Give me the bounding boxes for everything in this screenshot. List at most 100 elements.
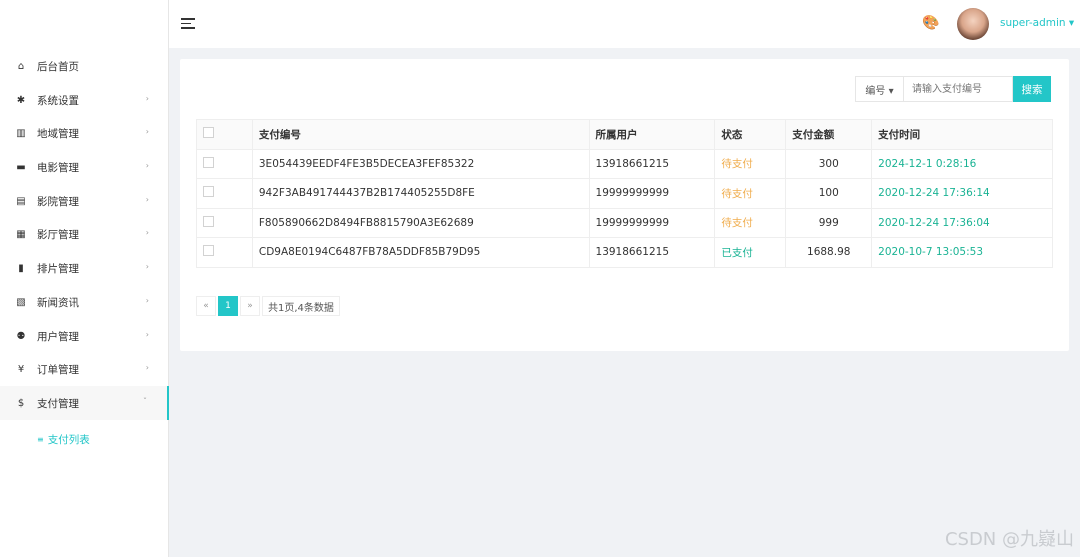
sidebar-item-label: 影厅管理	[37, 228, 79, 241]
sidebar-item-label: 影院管理	[37, 195, 79, 208]
payment-status: 待支付	[714, 178, 787, 209]
payment-time: 2024-12-1 0:28:16	[871, 148, 1053, 179]
row-checkbox[interactable]	[203, 215, 214, 227]
sidebar-item-label: 支付管理	[37, 397, 79, 410]
film-icon: ▬	[16, 161, 26, 173]
page-number-button[interactable]: 1	[218, 296, 238, 316]
palette-icon[interactable]: 🎨	[922, 15, 939, 31]
user-menu[interactable]: super-admin ▾	[1000, 17, 1074, 29]
payment-amount: 100	[785, 178, 873, 209]
payment-status: 已支付	[714, 237, 787, 268]
table-header-row: 支付编号 所属用户 状态 支付金额 支付时间	[196, 119, 1053, 150]
sidebar-item-halls[interactable]: ▦ 影厅管理 ›	[0, 217, 169, 251]
news-icon: ▧	[16, 296, 26, 308]
sidebar-item-label: 系统设置	[37, 94, 79, 107]
table-row: F805890662D8494FB8815790A3E62689 1999999…	[196, 207, 1053, 238]
home-icon: ⌂	[17, 60, 25, 72]
row-checkbox[interactable]	[203, 156, 214, 168]
chevron-right-icon: ›	[145, 262, 149, 271]
search-field-select[interactable]: 编号 ▾	[855, 76, 903, 102]
payment-time: 2020-10-7 13:05:53	[871, 237, 1053, 268]
select-all-checkbox[interactable]	[203, 127, 214, 139]
sidebar-subitem-payment-list[interactable]: ≡ 支付列表	[37, 432, 90, 447]
sidebar-item-label: 新闻资讯	[37, 296, 79, 309]
users-icon: ⚉	[16, 330, 26, 342]
table-row: 942F3AB491744437B2B174405255D8FE 1999999…	[196, 178, 1053, 209]
prev-page-button[interactable]: «	[196, 296, 216, 316]
row-checkbox[interactable]	[203, 245, 214, 257]
payment-time: 2020-12-24 17:36:04	[871, 207, 1053, 238]
payment-amount: 999	[785, 207, 873, 238]
sidebar-item-payments[interactable]: $ 支付管理 ˇ	[0, 386, 169, 420]
sidebar-item-label: 排片管理	[37, 262, 79, 275]
chevron-right-icon: ›	[145, 296, 149, 305]
sidebar-item-label: 后台首页	[37, 60, 79, 73]
payment-id: F805890662D8494FB8815790A3E62689	[251, 207, 590, 238]
search-bar: 编号 ▾ 搜索	[855, 76, 1051, 102]
database-icon: ≡	[37, 435, 44, 444]
payment-user: 13918661215	[588, 148, 716, 179]
search-button[interactable]: 搜索	[1013, 76, 1051, 102]
schedule-icon: ▮	[18, 262, 24, 274]
payment-time: 2020-12-24 17:36:14	[871, 178, 1053, 209]
pagination-info: 共1页,4条数据	[262, 296, 340, 316]
avatar[interactable]	[957, 8, 989, 40]
sidebar-subitem-label: 支付列表	[47, 434, 90, 446]
sidebar-item-region[interactable]: ▥ 地域管理 ›	[0, 116, 169, 150]
payment-id: 3E054439EEDF4FE3B5DECEA3FEF85322	[251, 148, 590, 179]
payment-id: CD9A8E0194C6487FB78A5DDF85B79D95	[251, 237, 590, 268]
column-header: 支付编号	[251, 119, 590, 150]
sidebar-item-news[interactable]: ▧ 新闻资讯 ›	[0, 285, 169, 319]
search-input[interactable]	[903, 76, 1013, 102]
chevron-right-icon: ›	[145, 363, 149, 372]
payment-status: 待支付	[714, 148, 787, 179]
payment-status: 待支付	[714, 207, 787, 238]
sidebar-item-label: 用户管理	[37, 330, 79, 343]
pagination: « 1 » 共1页,4条数据	[196, 296, 342, 316]
payment-user: 19999999999	[588, 178, 716, 209]
next-page-button[interactable]: »	[240, 296, 260, 316]
sidebar-item-label: 电影管理	[37, 161, 79, 174]
payment-id: 942F3AB491744437B2B174405255D8FE	[251, 178, 590, 209]
cinema-icon: ▤	[16, 195, 26, 207]
dollar-icon: $	[17, 397, 25, 409]
sidebar-item-label: 地域管理	[37, 127, 79, 140]
menu-toggle-icon[interactable]	[181, 18, 195, 32]
map-icon: ▥	[16, 127, 26, 139]
content-panel: 编号 ▾ 搜索 支付编号 所属用户 状态 支付金额 支付时间 3E054439E…	[180, 59, 1069, 351]
table-row: 3E054439EEDF4FE3B5DECEA3FEF85322 1391866…	[196, 148, 1053, 179]
column-header: 所属用户	[588, 119, 716, 150]
payment-user: 19999999999	[588, 207, 716, 238]
select-all-cell	[196, 119, 253, 150]
chevron-right-icon: ›	[145, 161, 149, 170]
column-header: 支付金额	[785, 119, 873, 150]
chevron-right-icon: ›	[145, 94, 149, 103]
column-header: 支付时间	[871, 119, 1053, 150]
hall-icon: ▦	[16, 228, 26, 240]
sidebar-item-home[interactable]: ⌂ 后台首页	[0, 49, 169, 83]
top-header: 🎨 super-admin ▾	[169, 0, 1080, 48]
payment-amount: 300	[785, 148, 873, 179]
sidebar-item-schedule[interactable]: ▮ 排片管理 ›	[0, 251, 169, 285]
payment-table: 支付编号 所属用户 状态 支付金额 支付时间 3E054439EEDF4FE3B…	[196, 119, 1053, 268]
column-header: 状态	[714, 119, 787, 150]
chevron-right-icon: ›	[145, 330, 149, 339]
sidebar: ⌂ 后台首页 ✱ 系统设置 › ▥ 地域管理 › ▬ 电影管理 › ▤ 影院管理…	[0, 0, 169, 557]
chevron-right-icon: ›	[145, 195, 149, 204]
sidebar-item-system-settings[interactable]: ✱ 系统设置 ›	[0, 83, 169, 117]
sidebar-item-users[interactable]: ⚉ 用户管理 ›	[0, 319, 169, 353]
table-row: CD9A8E0194C6487FB78A5DDF85B79D95 1391866…	[196, 237, 1053, 268]
payment-amount: 1688.98	[785, 237, 873, 268]
sidebar-item-movies[interactable]: ▬ 电影管理 ›	[0, 150, 169, 184]
sidebar-item-orders[interactable]: ¥ 订单管理 ›	[0, 352, 169, 386]
yen-icon: ¥	[17, 363, 25, 375]
sidebar-item-label: 订单管理	[37, 363, 79, 376]
gear-icon: ✱	[16, 94, 26, 106]
chevron-right-icon: ›	[145, 127, 149, 136]
chevron-down-icon: ˇ	[143, 397, 147, 406]
payment-user: 13918661215	[588, 237, 716, 268]
chevron-right-icon: ›	[145, 228, 149, 237]
sidebar-item-cinemas[interactable]: ▤ 影院管理 ›	[0, 184, 169, 218]
watermark: CSDN @九嶷山	[944, 529, 1074, 550]
row-checkbox[interactable]	[203, 186, 214, 198]
